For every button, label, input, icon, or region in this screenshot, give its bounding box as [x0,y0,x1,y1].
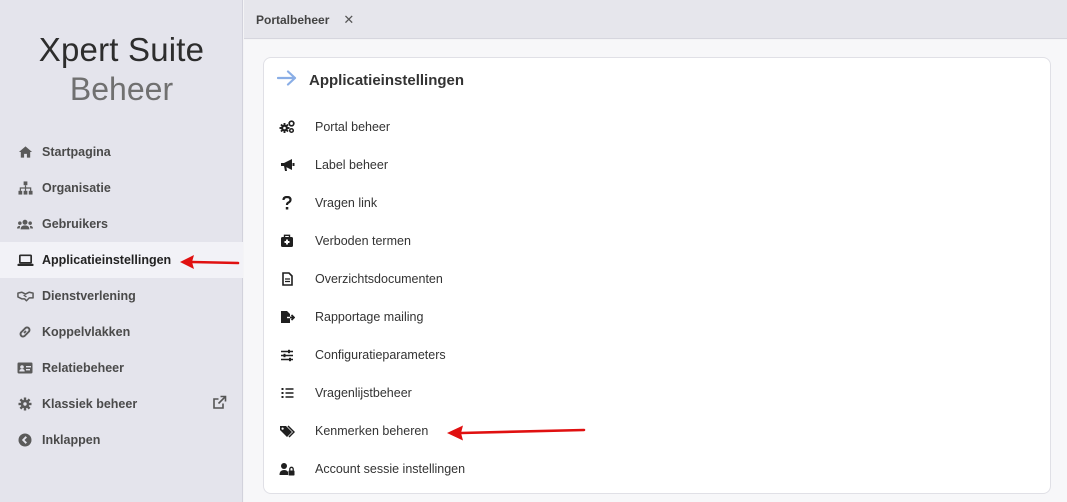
list-item-rapportage-mailing[interactable]: Rapportage mailing [279,298,1039,336]
list-item-label: Vragenlijstbeheer [315,386,412,400]
external-link-icon[interactable] [212,395,227,415]
list-item-kenmerken-beheren[interactable]: Kenmerken beheren [279,412,1039,450]
sidebar-item-dienstverlening[interactable]: Dienstverlening [0,278,243,314]
brand-title: Xpert Suite [38,31,205,68]
card-title: Applicatieinstellingen [309,72,465,89]
main-content: Applicatieinstellingen Portal beheer Lab… [244,40,1067,502]
list-item-vragenlijstbeheer[interactable]: Vragenlijstbeheer [279,374,1039,412]
tags-icon [279,423,295,439]
file-text-icon [279,271,295,287]
brand-subtitle: Beheer [69,71,174,107]
question-icon [279,195,295,211]
sidebar-item-label: Klassiek beheer [42,397,138,411]
sidebar-item-label: Organisatie [42,181,111,195]
megaphone-icon [279,157,295,173]
list-item-label: Account sessie instellingen [315,462,466,476]
sidebar-item-label: Startpagina [42,145,111,159]
close-icon[interactable]: ✕ [343,12,354,28]
arrow-right-icon [276,70,297,91]
gear-icon [16,395,34,413]
cogs-icon [279,119,295,135]
sidebar-item-klassiek-beheer[interactable]: Klassiek beheer [0,386,243,422]
tab-bar: Portalbeheer ✕ [244,0,1067,39]
medkit-icon [279,233,295,249]
list-item-label: Label beheer [315,158,388,172]
user-lock-icon [279,461,295,477]
list-item-overzichtsdocumenten[interactable]: Overzichtsdocumenten [279,260,1039,298]
card-header: Applicatieinstellingen [276,70,465,91]
list-item-vragen-link[interactable]: Vragen link [279,184,1039,222]
sidebar-item-startpagina[interactable]: Startpagina [0,134,243,170]
list-item-label: Rapportage mailing [315,310,424,324]
annotation-arrow-list [447,425,586,441]
sidebar-nav: Startpagina Organisatie Gebruikers Appli… [0,134,243,458]
file-export-icon [279,309,295,325]
chevron-circle-left-icon [16,431,34,449]
brand-logo: Xpert Suite Beheer [0,30,243,108]
sidebar-item-label: Gebruikers [42,217,109,231]
link-icon [16,323,34,341]
list-item-label: Kenmerken beheren [315,424,429,438]
list-icon [279,385,295,401]
list-item-account-sessie-instellingen[interactable]: Account sessie instellingen [279,450,1039,488]
list-item-label: Configuratieparameters [315,348,446,362]
sidebar-item-label: Relatiebeheer [42,361,124,375]
laptop-icon [16,251,34,269]
sitemap-icon [16,179,34,197]
sidebar-item-label: Applicatieinstellingen [42,253,172,267]
list-item-label-beheer[interactable]: Label beheer [279,146,1039,184]
list-item-label: Overzichtsdocumenten [315,272,443,286]
tab-portalbeheer[interactable]: Portalbeheer ✕ [244,0,354,39]
list-item-portal-beheer[interactable]: Portal beheer [279,108,1039,146]
tab-label: Portalbeheer [256,12,330,27]
sidebar-item-koppelvlakken[interactable]: Koppelvlakken [0,314,243,350]
list-item-label: Portal beheer [315,120,391,134]
annotation-arrow-sidebar [180,255,240,269]
settings-list: Portal beheer Label beheer Vragen link V… [279,108,1039,488]
list-item-label: Vragen link [315,196,378,210]
sidebar-item-relatiebeheer[interactable]: Relatiebeheer [0,350,243,386]
sidebar-item-gebruikers[interactable]: Gebruikers [0,206,243,242]
sliders-icon [279,347,295,363]
sidebar-item-label: Inklappen [42,433,101,447]
list-item-label: Verboden termen [315,234,411,248]
users-icon [16,215,34,233]
sidebar: Xpert Suite Beheer Startpagina Organisat… [0,0,243,502]
sidebar-item-label: Koppelvlakken [42,325,131,339]
settings-card: Applicatieinstellingen Portal beheer Lab… [263,57,1051,494]
handshake-icon [16,287,34,305]
sidebar-item-inklappen[interactable]: Inklappen [0,422,243,458]
list-item-configuratieparameters[interactable]: Configuratieparameters [279,336,1039,374]
sidebar-item-label: Dienstverlening [42,289,136,303]
home-icon [16,143,34,161]
list-item-verboden-termen[interactable]: Verboden termen [279,222,1039,260]
sidebar-item-organisatie[interactable]: Organisatie [0,170,243,206]
id-card-icon [16,359,34,377]
